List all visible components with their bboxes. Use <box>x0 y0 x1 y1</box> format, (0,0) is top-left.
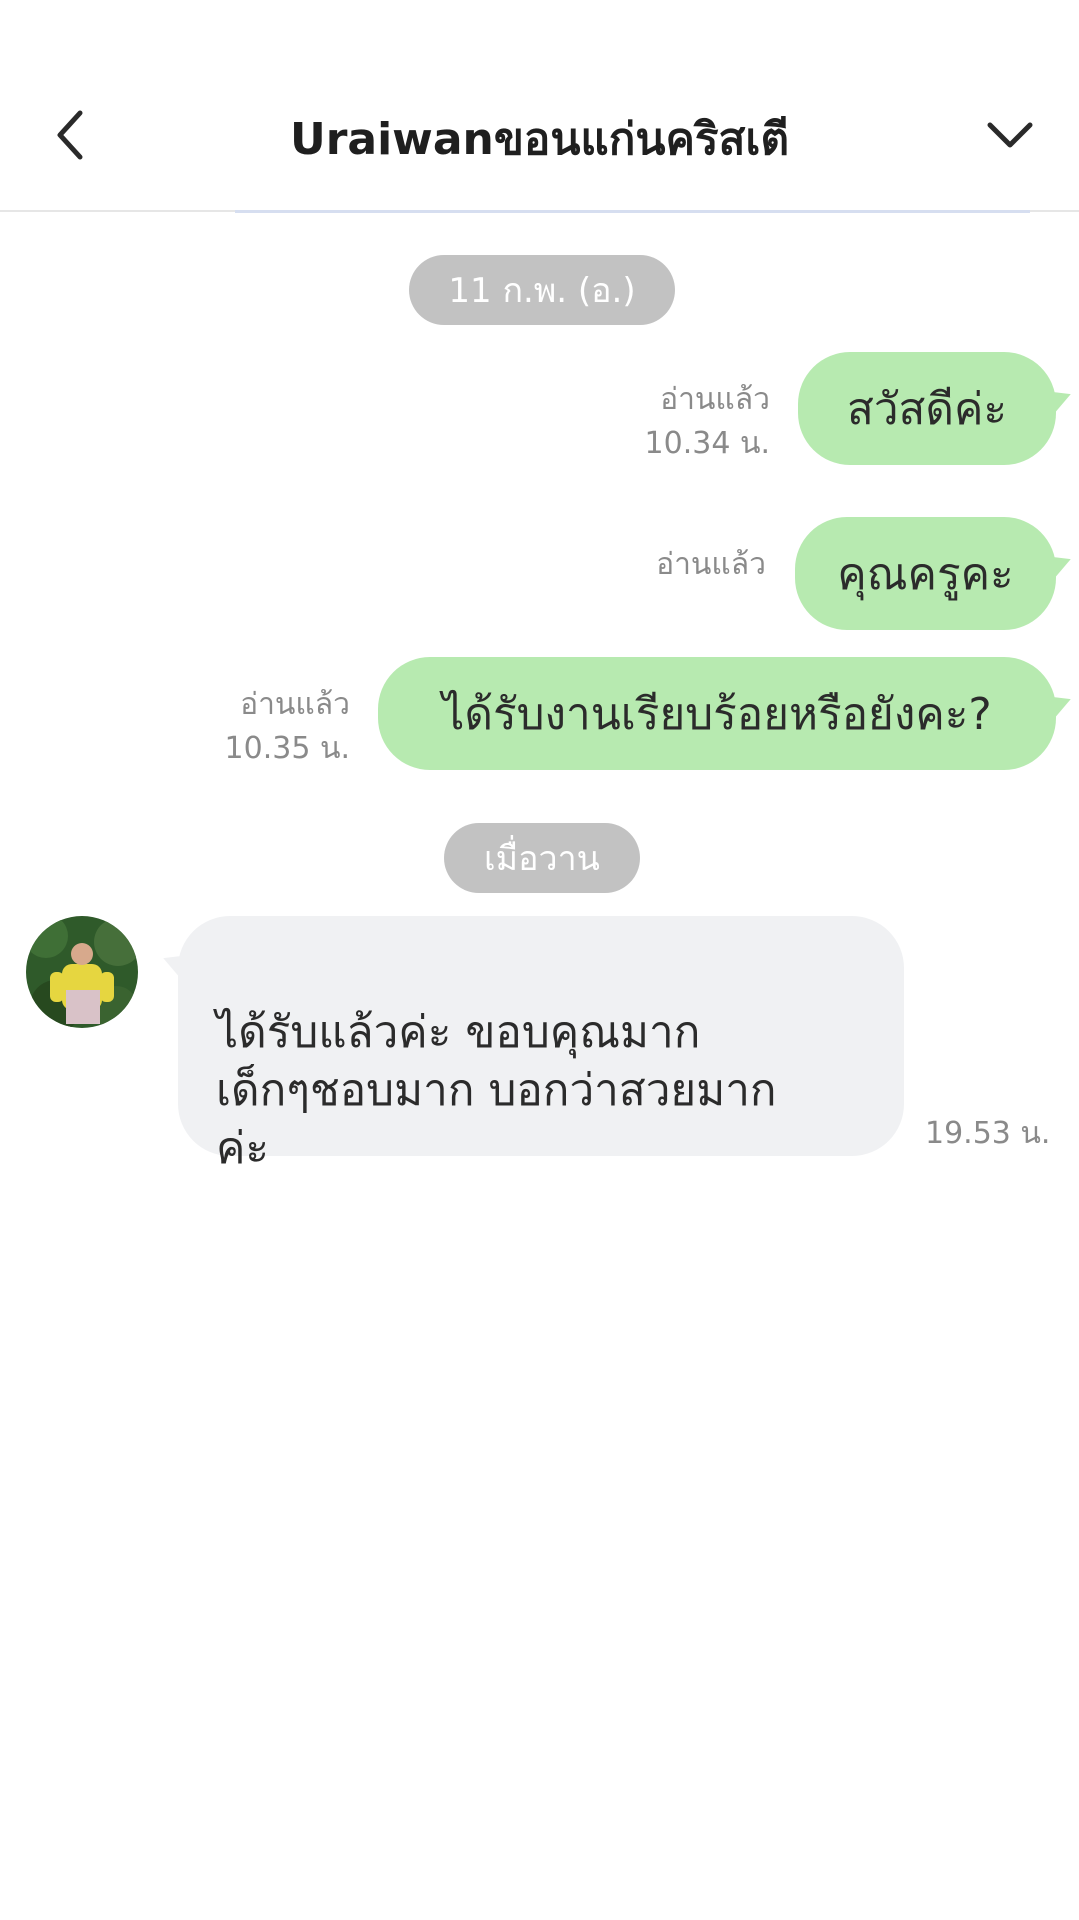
menu-toggle-button[interactable] <box>975 110 1045 160</box>
previous-message-edge <box>235 210 1030 213</box>
read-receipt: อ่านแล้ว <box>656 547 766 582</box>
message-text: คุณครูคะ <box>837 548 1014 600</box>
message-text: ได้รับงานเรียบร้อยหรือยังคะ? <box>442 688 992 740</box>
date-divider: เมื่อวาน <box>444 823 640 893</box>
incoming-message-bubble[interactable]: ได้รับแล้วค่ะ ขอบคุณมาก เด็กๆชอบมาก บอกว… <box>178 916 904 1174</box>
message-text: สวัสดีค่ะ <box>846 383 1008 435</box>
back-button[interactable] <box>40 105 100 165</box>
chevron-down-icon <box>987 122 1033 148</box>
chat-title[interactable]: Uraiwanขอนแก่นคริสเตี <box>120 108 959 172</box>
message-text: ได้รับแล้วค่ะ ขอบคุณมาก เด็กๆชอบมาก บอกว… <box>216 1007 777 1174</box>
message-time: 10.34 น. <box>644 426 770 461</box>
message-meta: อ่านแล้ว 10.35 น. <box>190 683 350 771</box>
date-divider-label: 11 ก.พ. (อ.) <box>448 271 636 311</box>
message-time: 10.35 น. <box>224 731 350 766</box>
chat-header: Uraiwanขอนแก่นคริสเตี <box>0 0 1079 212</box>
outgoing-message-bubble[interactable]: สวัสดีค่ะ <box>798 352 1056 465</box>
read-receipt: อ่านแล้ว <box>240 687 350 722</box>
date-divider: 11 ก.พ. (อ.) <box>409 255 675 325</box>
read-receipt: อ่านแล้ว <box>660 382 770 417</box>
message-time: 19.53 น. <box>925 1116 1051 1151</box>
outgoing-message-bubble[interactable]: ได้รับงานเรียบร้อยหรือยังคะ? <box>378 657 1056 770</box>
message-meta: อ่านแล้ว 10.34 น. <box>560 378 770 466</box>
date-divider-label: เมื่อวาน <box>484 839 600 879</box>
chevron-left-icon <box>57 110 83 160</box>
message-meta: อ่านแล้ว <box>560 543 766 587</box>
outgoing-message-bubble[interactable]: คุณครูคะ <box>795 517 1056 630</box>
contact-avatar[interactable] <box>26 916 138 1028</box>
avatar-image <box>26 916 138 1028</box>
